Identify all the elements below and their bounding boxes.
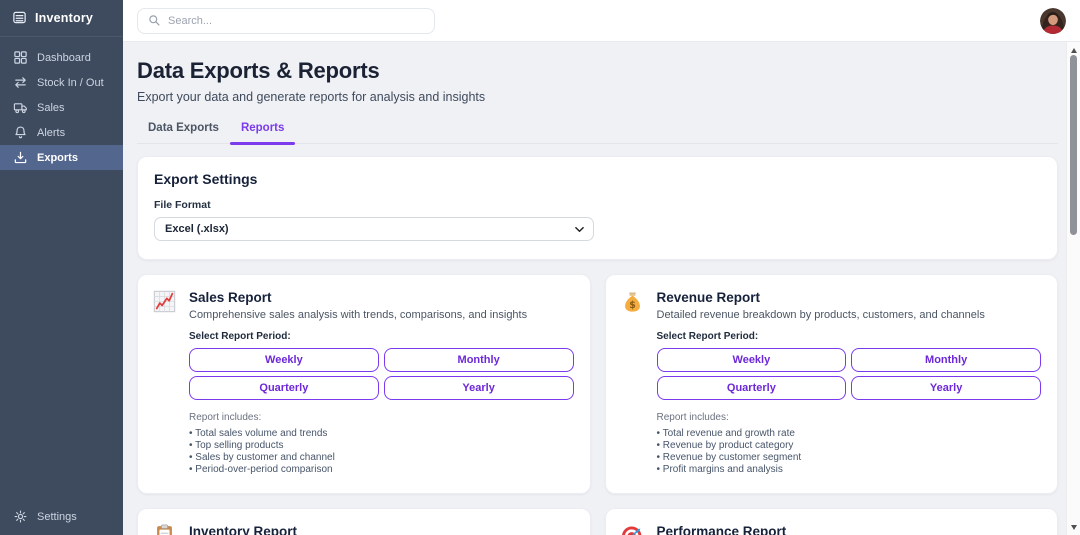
scroll-down-arrow-icon[interactable] <box>1067 521 1080 533</box>
report-title: Inventory Report <box>189 524 298 535</box>
report-body: Performance Report <box>657 521 1042 535</box>
report-body: Sales Report Comprehensive sales analysi… <box>189 287 574 481</box>
period-weekly-button[interactable]: Weekly <box>656 348 847 372</box>
swap-arrows-icon <box>15 77 26 88</box>
tab-data-exports[interactable]: Data Exports <box>137 122 230 143</box>
money-bag-icon: $ <box>624 292 640 312</box>
sidebar-item-exports[interactable]: Exports <box>0 145 123 170</box>
report-body: Inventory Report <box>189 521 574 535</box>
reports-grid: Sales Report Comprehensive sales analysi… <box>137 274 1058 535</box>
period-yearly-button[interactable]: Yearly <box>383 376 574 400</box>
truck-icon <box>13 103 27 114</box>
report-include-item: Sales by customer and channel <box>189 452 574 464</box>
sidebar-item-label: Alerts <box>37 126 66 139</box>
sidebar-footer: Settings <box>0 504 123 535</box>
report-includes-list: Total sales volume and trends Top sellin… <box>189 428 574 476</box>
report-period-label: Select Report Period: <box>656 331 759 342</box>
report-includes-label: Report includes: <box>189 412 262 423</box>
file-format-select[interactable]: Excel (.xlsx) <box>154 217 594 241</box>
export-settings-title: Export Settings <box>154 171 258 187</box>
period-quarterly-button[interactable]: Quarterly <box>656 376 847 400</box>
search-box[interactable] <box>137 7 435 34</box>
file-format-label: File Format <box>154 199 211 211</box>
app-name: Inventory <box>35 10 94 25</box>
report-body: Revenue Report Detailed revenue breakdow… <box>656 287 1042 481</box>
dashboard-icon <box>14 51 27 64</box>
page-title: Data Exports & Reports <box>137 58 380 83</box>
inventory-report-card: Inventory Report <box>137 508 591 535</box>
topbar <box>123 0 1080 42</box>
avatar-image <box>1040 8 1066 34</box>
search-input[interactable] <box>168 14 408 27</box>
report-period-label: Select Report Period: <box>189 331 291 342</box>
report-include-item: Profit margins and analysis <box>657 464 1042 476</box>
report-period-buttons: Weekly Monthly Quarterly Yearly <box>189 348 574 400</box>
report-period-buttons: Weekly Monthly Quarterly Yearly <box>656 348 1041 400</box>
chevron-down-icon <box>575 226 584 233</box>
sidebar-item-sales[interactable]: Sales <box>0 95 123 120</box>
sales-report-card: Sales Report Comprehensive sales analysi… <box>137 274 591 494</box>
report-include-item: Total revenue and growth rate <box>657 428 1042 440</box>
report-include-item: Revenue by customer segment <box>657 452 1042 464</box>
gear-icon <box>14 510 27 523</box>
sidebar-item-label: Dashboard <box>37 51 91 64</box>
user-avatar[interactable] <box>1040 8 1066 34</box>
report-title: Sales Report <box>189 290 272 305</box>
svg-text:$: $ <box>629 300 636 311</box>
search-icon <box>149 15 160 26</box>
download-icon <box>14 151 27 164</box>
report-title: Performance Report <box>656 524 787 535</box>
bell-icon <box>15 126 26 139</box>
report-include-item: Revenue by product category <box>657 440 1042 452</box>
export-settings-card: Export Settings File Format Excel (.xlsx… <box>137 156 1058 260</box>
sidebar-item-settings[interactable]: Settings <box>0 504 123 529</box>
sidebar-item-label: Stock In / Out <box>37 76 104 89</box>
file-format-value: Excel (.xlsx) <box>165 223 229 235</box>
period-yearly-button[interactable]: Yearly <box>851 376 1041 400</box>
sidebar-item-label: Settings <box>37 510 77 523</box>
report-description: Detailed revenue breakdown by products, … <box>656 309 985 321</box>
target-icon <box>621 526 641 535</box>
period-monthly-button[interactable]: Monthly <box>851 348 1041 372</box>
tab-reports[interactable]: Reports <box>229 122 296 145</box>
report-include-item: Total sales volume and trends <box>189 428 574 440</box>
sidebar-nav: Dashboard Stock In / Out Sales Alerts Ex… <box>0 45 123 170</box>
performance-report-card: Performance Report <box>604 508 1058 535</box>
period-weekly-button[interactable]: Weekly <box>189 348 379 372</box>
report-include-item: Top selling products <box>189 440 574 452</box>
sidebar-item-label: Exports <box>37 151 78 164</box>
period-monthly-button[interactable]: Monthly <box>383 348 574 372</box>
archive-icon <box>13 11 26 24</box>
vertical-scrollbar[interactable] <box>1066 42 1080 535</box>
app-window: { "app": { "name": "Inventory", "logo_ic… <box>0 0 1080 535</box>
tab-bar: Data Exports Reports <box>137 122 1058 145</box>
period-quarterly-button[interactable]: Quarterly <box>189 376 379 400</box>
chart-increasing-icon <box>153 290 176 313</box>
scrollbar-thumb[interactable] <box>1070 55 1077 235</box>
sidebar: Inventory Dashboard Stock In / Out Sales <box>0 0 123 535</box>
report-include-item: Period-over-period comparison <box>189 464 574 476</box>
report-includes-label: Report includes: <box>656 412 729 423</box>
report-includes-list: Total revenue and growth rate Revenue by… <box>657 428 1042 476</box>
page-subtitle: Export your data and generate reports fo… <box>137 90 486 104</box>
sidebar-item-stock-in-out[interactable]: Stock In / Out <box>0 70 123 95</box>
app-logo[interactable]: Inventory <box>0 0 123 37</box>
report-title: Revenue Report <box>656 290 761 305</box>
main-content: Data Exports & Reports Export your data … <box>123 42 1066 535</box>
revenue-report-card: $ Revenue Report Detailed revenue breakd… <box>604 274 1058 494</box>
sidebar-item-label: Sales <box>37 101 65 114</box>
clipboard-icon <box>157 524 172 535</box>
sidebar-item-dashboard[interactable]: Dashboard <box>0 45 123 70</box>
sidebar-item-alerts[interactable]: Alerts <box>0 120 123 145</box>
report-description: Comprehensive sales analysis with trends… <box>189 309 528 321</box>
